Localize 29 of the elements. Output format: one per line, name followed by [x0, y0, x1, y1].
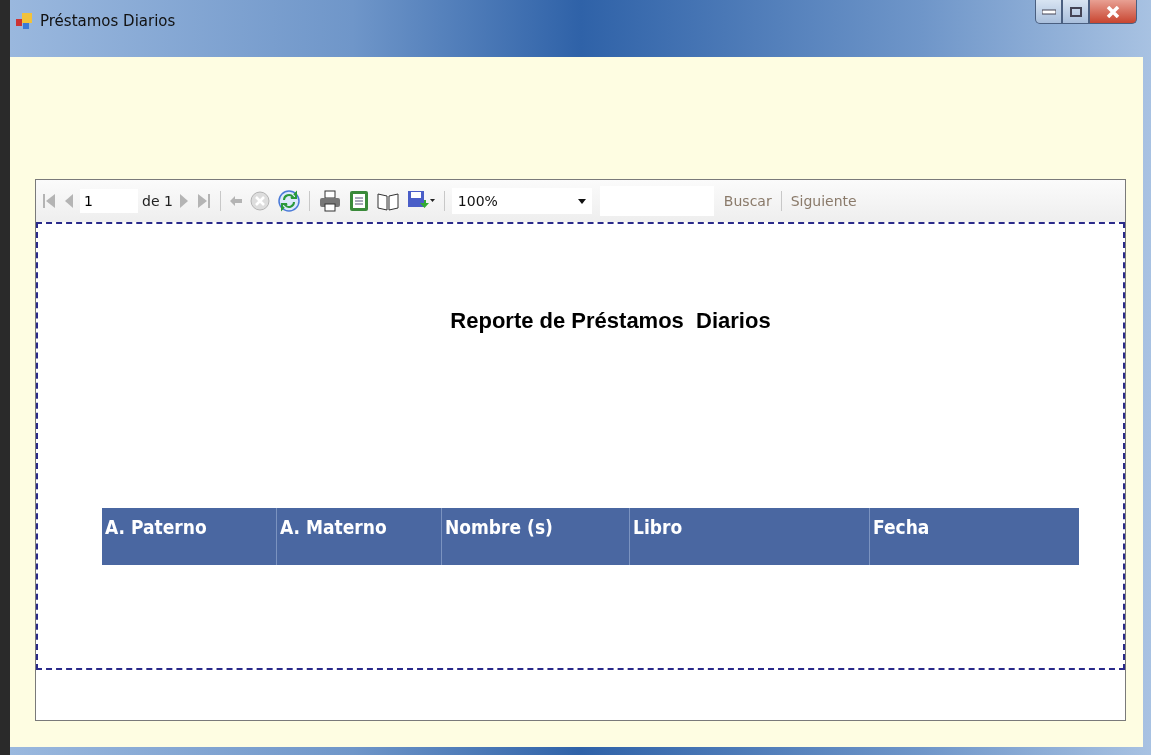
printer-icon — [318, 190, 341, 212]
close-icon — [1106, 5, 1120, 18]
zoom-dropdown[interactable]: 100% — [451, 188, 592, 214]
close-button[interactable] — [1089, 0, 1137, 24]
page-count-label: de 1 — [142, 193, 173, 209]
stop-icon — [249, 191, 270, 211]
first-page-icon — [42, 193, 56, 209]
refresh-icon — [277, 190, 300, 212]
app-icon — [16, 12, 34, 30]
maximize-button[interactable] — [1062, 0, 1089, 24]
back-arrow-icon — [229, 196, 242, 206]
column-header: A. Materno — [277, 508, 442, 565]
previous-page-icon — [64, 193, 74, 209]
book-icon — [376, 191, 399, 211]
column-header: Nombre (s) — [442, 508, 630, 565]
minimize-button[interactable] — [1035, 0, 1062, 24]
caret-icon — [577, 198, 586, 204]
report-title: Reporte de Préstamos Diarios — [450, 308, 771, 334]
column-header: A. Paterno — [102, 508, 277, 565]
column-header: Fecha — [872, 515, 931, 540]
refresh-button[interactable] — [275, 189, 302, 213]
maximize-icon — [1069, 6, 1082, 17]
page-number-field[interactable]: 1 — [80, 189, 138, 213]
page-layout-icon — [348, 190, 369, 212]
next-page-icon — [178, 193, 189, 209]
minimize-icon — [1041, 8, 1056, 15]
window-title: Préstamos Diarios — [40, 12, 176, 30]
column-header: Libro — [630, 508, 870, 565]
last-page-icon — [196, 193, 211, 209]
